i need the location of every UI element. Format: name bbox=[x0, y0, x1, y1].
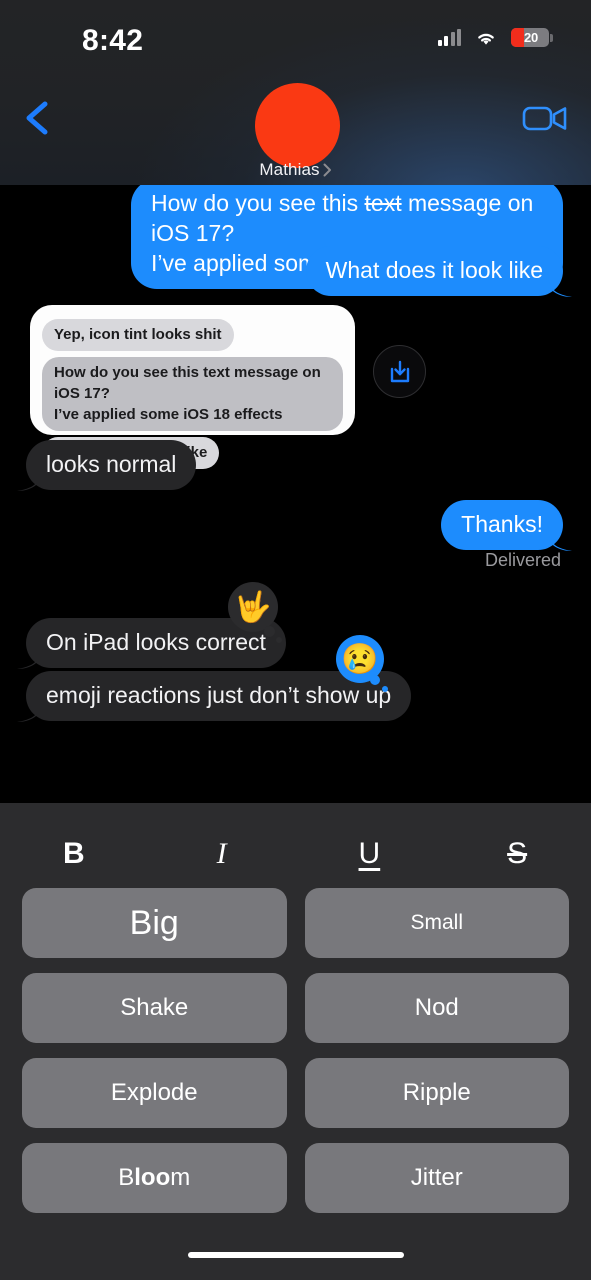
italic-format-button[interactable]: I bbox=[148, 837, 296, 871]
save-to-photos-icon bbox=[390, 360, 409, 382]
status-bar: 8:42 20 bbox=[0, 0, 591, 72]
conversation-header: 8:42 20 Mathias bbox=[0, 0, 591, 185]
bold-format-button[interactable]: B bbox=[0, 837, 148, 871]
reaction-dot bbox=[276, 637, 282, 643]
save-to-photos-button[interactable] bbox=[373, 345, 426, 398]
message-bubble-incoming[interactable]: looks normal bbox=[26, 440, 197, 490]
battery-low-icon: 20 bbox=[511, 28, 553, 47]
message-text: On iPad looks correct bbox=[46, 629, 266, 655]
effect-ripple[interactable]: Ripple bbox=[304, 1058, 569, 1128]
messages-app-screen: How do you see this text message on iOS … bbox=[0, 0, 591, 1280]
reaction-dot bbox=[370, 675, 380, 685]
screenshot-bubble: How do you see this text message on iOS … bbox=[42, 357, 343, 431]
effect-jitter[interactable]: Jitter bbox=[304, 1143, 569, 1213]
effect-bloom-part: loo bbox=[134, 1164, 171, 1191]
message-bubble-outgoing[interactable]: What does it look like bbox=[305, 246, 563, 296]
text-effects-panel: B I U S Big Small Shake Nod Explode Ripp… bbox=[0, 803, 591, 1280]
message-text-part: How do you see this bbox=[151, 190, 365, 216]
contact-name: Mathias bbox=[259, 160, 320, 179]
love-you-gesture-reaction[interactable]: 🤟 bbox=[228, 582, 278, 632]
effect-big[interactable]: Big bbox=[22, 888, 287, 958]
reaction-dot bbox=[382, 686, 388, 692]
message-text-strikethrough: text bbox=[364, 190, 402, 216]
image-attachment-screenshot[interactable]: Yep, icon tint looks shit How do you see… bbox=[30, 305, 355, 469]
text-effects-grid: Big Small Shake Nod Explode Ripple Bloo m… bbox=[22, 888, 569, 1213]
home-indicator[interactable] bbox=[187, 1252, 404, 1258]
contact-info-button[interactable]: Mathias bbox=[0, 160, 591, 180]
message-bubble-outgoing[interactable]: Thanks! bbox=[441, 500, 563, 550]
battery-percent-label: 20 bbox=[523, 30, 539, 45]
battery-cap bbox=[550, 33, 553, 42]
message-text: looks normal bbox=[46, 451, 177, 477]
bubble-tail-left-icon bbox=[17, 466, 43, 491]
screenshot-bubble: Yep, icon tint looks shit bbox=[42, 319, 234, 351]
strikethrough-format-button[interactable]: S bbox=[443, 837, 591, 871]
effect-bloom[interactable]: Bloo m bbox=[22, 1143, 287, 1213]
effect-shake[interactable]: Shake bbox=[22, 973, 287, 1043]
cellular-signal-icon bbox=[437, 29, 461, 46]
delivery-status: Delivered bbox=[484, 550, 561, 570]
bubble-tail-right-icon bbox=[546, 526, 572, 551]
bubble-tail-left-icon bbox=[17, 644, 43, 669]
reaction-dot bbox=[264, 626, 275, 637]
message-input-bar: + iMessage bbox=[0, 727, 591, 797]
chevron-right-icon bbox=[323, 163, 331, 177]
underline-format-button[interactable]: U bbox=[296, 837, 444, 871]
back-button[interactable] bbox=[18, 96, 60, 140]
bubble-tail-right-icon bbox=[546, 272, 572, 297]
status-bar-clock: 8:42 bbox=[82, 24, 144, 57]
text-format-row: B I U S bbox=[0, 825, 591, 883]
effect-bloom-part: m bbox=[170, 1164, 191, 1191]
wifi-icon bbox=[478, 33, 494, 45]
message-text: emoji reactions just don’t show up bbox=[46, 682, 392, 708]
message-text: What does it look like bbox=[325, 257, 543, 283]
effect-bloom-part: B bbox=[118, 1164, 135, 1191]
effect-explode[interactable]: Explode bbox=[22, 1058, 287, 1128]
status-bar-indicators: 20 bbox=[437, 28, 553, 47]
message-text: Thanks! bbox=[461, 511, 543, 537]
bubble-tail-left-icon bbox=[17, 697, 43, 722]
effect-nod[interactable]: Nod bbox=[304, 973, 569, 1043]
facetime-video-button[interactable] bbox=[521, 100, 569, 136]
effect-small[interactable]: Small bbox=[304, 888, 569, 958]
contact-avatar[interactable] bbox=[255, 83, 340, 168]
